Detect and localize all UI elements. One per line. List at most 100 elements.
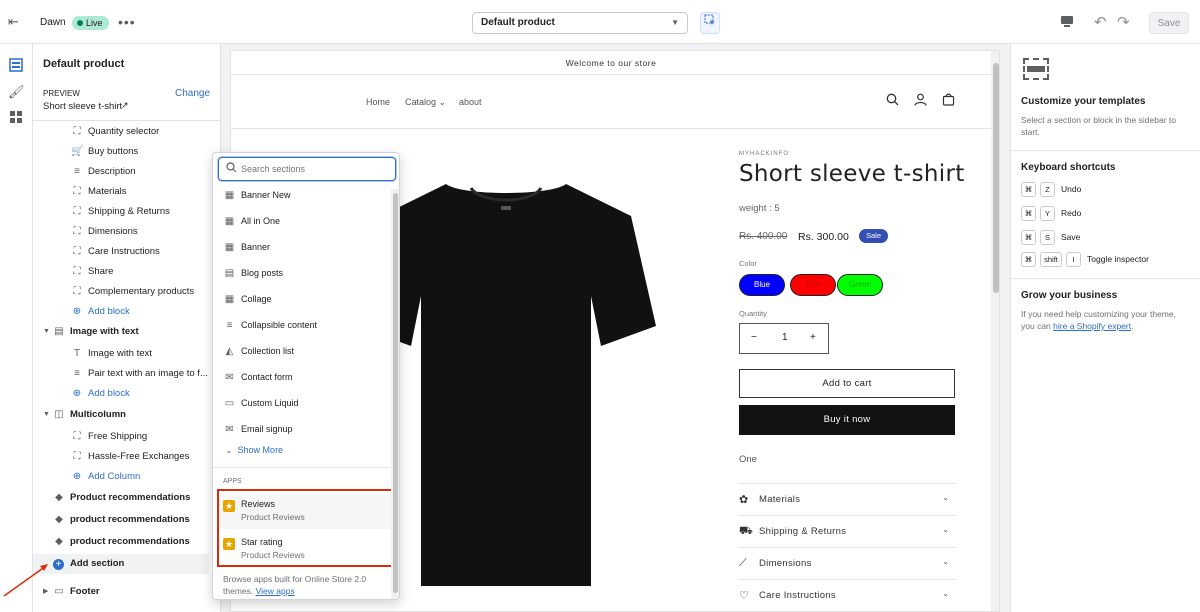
sidebar-item-label: Materials — [88, 186, 127, 197]
view-apps-link[interactable]: View apps — [256, 586, 295, 596]
inspector-toggle-button[interactable] — [700, 12, 720, 34]
nav-about[interactable]: about — [459, 97, 482, 107]
section-option[interactable]: ▦ Banner New — [213, 183, 391, 209]
sidebar-item-label: Add block — [88, 388, 130, 399]
account-icon[interactable] — [914, 93, 927, 109]
undo-icon[interactable]: ↶ — [1094, 13, 1107, 31]
color-swatch[interactable]: Blue — [739, 274, 785, 296]
preview-scrollbar[interactable] — [991, 51, 999, 611]
search-field[interactable] — [218, 157, 396, 181]
sidebar-item[interactable]: ◆ product recommendations — [33, 510, 209, 530]
section-option-label: Banner — [241, 242, 271, 252]
scrollbar-thumb[interactable] — [993, 63, 999, 293]
quantity-value[interactable]: 1 — [782, 332, 788, 343]
sidebar-item[interactable]: ⛶ Free Shipping — [33, 427, 209, 447]
section-option[interactable]: ▦ Collage — [213, 287, 391, 313]
app-block-option[interactable]: ★ Star rating Product Reviews — [219, 533, 391, 567]
show-more-link[interactable]: ⌄ Show More — [225, 445, 283, 456]
sidebar-item[interactable]: ⛶ Quantity selector — [33, 122, 209, 142]
leaf-icon: ✿ — [739, 494, 749, 506]
chevron-down-icon[interactable]: ▼ — [43, 405, 50, 425]
section-option[interactable]: ▦ Banner — [213, 235, 391, 261]
accordion-item[interactable]: ✿ Materials ⌄ — [739, 483, 955, 515]
sidebar-item[interactable]: ⛶ Hassle-Free Exchanges — [33, 447, 209, 467]
sections-icon[interactable] — [8, 58, 24, 74]
add-block-button[interactable]: ⊕ Add block — [33, 384, 209, 404]
sidebar-item-label: Product recommendations — [70, 492, 191, 503]
banner-icon: ▦ — [224, 190, 235, 201]
search-icon[interactable] — [886, 93, 899, 109]
section-option[interactable]: ✉ Email signup — [213, 417, 391, 443]
app-source: Product Reviews — [241, 512, 305, 522]
desktop-preview-icon[interactable] — [1060, 14, 1076, 30]
accordion-label: Dimensions — [759, 558, 812, 569]
more-horizontal-icon[interactable]: ••• — [118, 14, 136, 30]
minus-icon[interactable]: − — [751, 332, 757, 343]
sidebar-item[interactable]: ⛶ Materials — [33, 182, 209, 202]
popup-scrollbar[interactable] — [391, 189, 399, 599]
sidebar-item[interactable]: ◆ product recommendations — [33, 532, 209, 552]
save-button[interactable]: Save — [1149, 12, 1189, 34]
scrollbar-thumb[interactable] — [393, 193, 398, 593]
chevron-down-icon[interactable]: ▼ — [43, 322, 50, 342]
sidebar-item[interactable]: ≡ Description — [33, 162, 209, 182]
divider — [33, 120, 220, 121]
template-select[interactable]: Default product ▼ — [472, 12, 688, 34]
section-option[interactable]: ≡ Collapsible content — [213, 313, 391, 339]
cart-icon[interactable] — [942, 93, 955, 109]
accordion-item[interactable]: ⛟ Shipping & Returns ⌄ — [739, 515, 955, 547]
section-option[interactable]: ▭ Custom Liquid — [213, 391, 391, 417]
change-preview-link[interactable]: Change — [175, 88, 210, 99]
accordion-item[interactable]: ⟋ Dimensions ⌄ — [739, 547, 955, 579]
sidebar-item[interactable]: ⛶ Dimensions — [33, 222, 209, 242]
add-to-cart-button[interactable]: Add to cart — [739, 369, 955, 398]
sidebar-item[interactable]: ≡ Pair text with an image to f... — [33, 364, 209, 384]
app-name: Reviews — [241, 499, 276, 509]
nav-home[interactable]: Home — [366, 97, 390, 107]
section-option[interactable]: ▦ All in One — [213, 209, 391, 235]
announcement-bar: Welcome to our store — [231, 51, 991, 75]
sidebar-item[interactable]: 🛒 Buy buttons — [33, 142, 209, 162]
exit-icon[interactable]: ⇤ — [8, 15, 22, 28]
sidebar-item[interactable]: ▼ ▤ Image with text — [33, 322, 209, 342]
add-block-button[interactable]: ⊕ Add Column — [33, 467, 209, 487]
apps-footer: Browse apps built for Online Store 2.0 t… — [223, 573, 393, 597]
section-option[interactable]: ◭ Collection list — [213, 339, 391, 365]
product-title: Short sleeve t-shirt — [739, 161, 965, 187]
external-link-icon[interactable]: ↗ — [121, 100, 129, 111]
sidebar-item[interactable]: T Image with text — [33, 344, 209, 364]
key-cap: Z — [1040, 182, 1055, 197]
sidebar-item-label: Multicolumn — [70, 409, 126, 420]
chevron-down-icon: ⌄ — [942, 493, 949, 502]
sidebar-item-label: Pair text with an image to f... — [88, 368, 208, 379]
divider — [1011, 278, 1200, 279]
sidebar-item[interactable]: ⛶ Share — [33, 262, 209, 282]
app-block-option[interactable]: ★ Reviews Product Reviews — [219, 495, 391, 529]
apps-icon[interactable] — [8, 110, 24, 126]
paintbrush-icon[interactable]: 🖌 — [8, 84, 25, 100]
color-swatch[interactable]: Red — [790, 274, 836, 296]
star-icon: ★ — [223, 500, 235, 512]
nav-catalog[interactable]: Catalog ⌄ — [405, 97, 446, 108]
redo-icon[interactable]: ↷ — [1117, 13, 1130, 31]
plus-icon[interactable]: + — [810, 332, 816, 343]
add-block-button[interactable]: ⊕ Add block — [33, 302, 209, 322]
tag-icon: ◆ — [55, 536, 63, 547]
block-icon: ⛶ — [73, 431, 81, 442]
hire-expert-link[interactable]: hire a Shopify expert — [1053, 321, 1131, 331]
section-option[interactable]: ✉ Contact form — [213, 365, 391, 391]
accordion-item[interactable]: ♡ Care Instructions ⌄ — [739, 579, 955, 611]
sidebar-item[interactable]: ⛶ Care Instructions — [33, 242, 209, 262]
sidebar-item-label: Care Instructions — [88, 246, 160, 257]
buy-now-button[interactable]: Buy it now — [739, 405, 955, 435]
search-sections-input[interactable] — [241, 162, 391, 176]
sidebar-item[interactable]: ⛶ Complementary products — [33, 282, 209, 302]
sidebar-item[interactable]: ▼ ◫ Multicolumn — [33, 405, 209, 425]
columns-icon: ◫ — [54, 409, 64, 420]
image-text-icon: ▤ — [54, 326, 64, 337]
color-swatch[interactable]: Green — [837, 274, 883, 296]
sidebar-item[interactable]: ⛶ Shipping & Returns — [33, 202, 209, 222]
sidebar-item[interactable]: ◆ Product recommendations — [33, 488, 209, 508]
collection-icon: ◭ — [225, 346, 234, 357]
section-option[interactable]: ▤ Blog posts — [213, 261, 391, 287]
